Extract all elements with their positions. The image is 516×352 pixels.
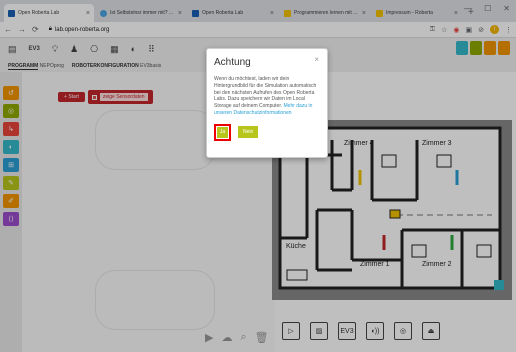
dialog-title: Achtung xyxy=(214,57,251,68)
dialog-body: Wenn du möchtest, laden wir dein Hinterg… xyxy=(214,76,317,116)
storage-consent-dialog: × Achtung Wenn du möchtest, laden wir de… xyxy=(206,48,328,158)
yes-button-highlight[interactable]: Ja xyxy=(214,123,231,141)
no-button[interactable]: Nein xyxy=(238,126,259,139)
yes-button[interactable]: Ja xyxy=(217,126,228,138)
close-icon[interactable]: × xyxy=(314,55,319,64)
dialog-buttons: Ja Nein xyxy=(214,123,320,141)
